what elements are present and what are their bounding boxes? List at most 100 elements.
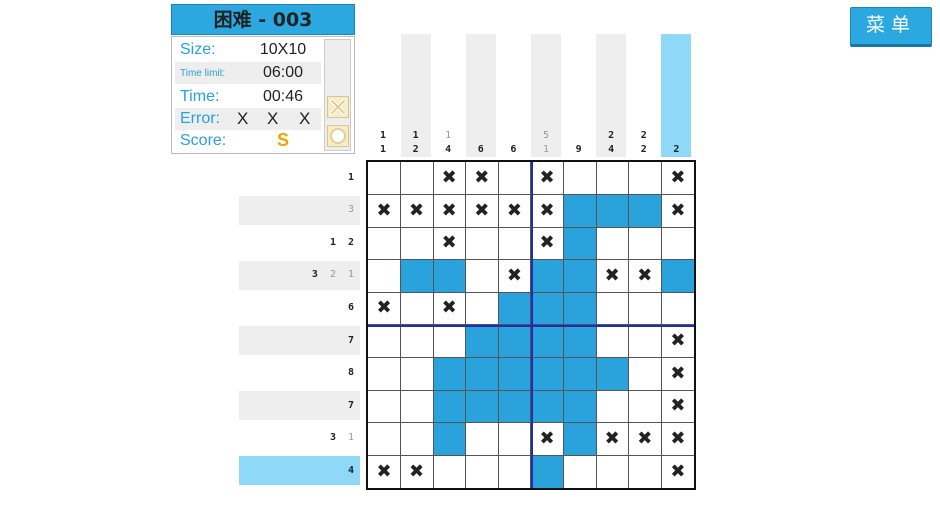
- grid-cell[interactable]: ✖: [628, 422, 662, 456]
- grid-cell[interactable]: [368, 390, 401, 424]
- grid-cell[interactable]: [531, 357, 564, 391]
- grid-cell[interactable]: [498, 292, 532, 326]
- grid-cell[interactable]: [368, 422, 401, 456]
- grid-cell[interactable]: [661, 292, 695, 326]
- grid-cell[interactable]: [563, 390, 597, 424]
- grid-cell[interactable]: ✖: [661, 162, 695, 195]
- grid-cell[interactable]: ✖: [498, 194, 532, 228]
- grid-cell[interactable]: [433, 390, 467, 424]
- grid-cell[interactable]: [498, 162, 532, 195]
- grid-cell[interactable]: ✖: [368, 194, 401, 228]
- grid-cell[interactable]: [400, 227, 434, 261]
- grid-cell[interactable]: [531, 259, 564, 293]
- grid-cell[interactable]: [400, 292, 434, 326]
- grid-cell[interactable]: [628, 227, 662, 261]
- grid-cell[interactable]: ✖: [628, 259, 662, 293]
- grid-cell[interactable]: [563, 422, 597, 456]
- grid-cell[interactable]: [465, 390, 499, 424]
- grid-cell[interactable]: ✖: [401, 455, 434, 489]
- grid-cell[interactable]: ✖: [433, 194, 467, 228]
- grid-cell[interactable]: [400, 357, 434, 391]
- grid-cell[interactable]: ✖: [661, 423, 695, 456]
- grid-cell[interactable]: ✖: [531, 227, 564, 261]
- grid-cell[interactable]: [531, 292, 564, 326]
- grid-cell[interactable]: [465, 422, 499, 456]
- grid-cell[interactable]: [465, 325, 499, 358]
- grid-cell[interactable]: [628, 162, 662, 195]
- grid-cell[interactable]: [596, 194, 630, 228]
- grid-cell[interactable]: [563, 259, 597, 293]
- grid-cell[interactable]: [596, 162, 630, 195]
- grid-cell[interactable]: ✖: [433, 162, 467, 195]
- grid-cell[interactable]: [596, 227, 630, 261]
- grid-cell[interactable]: [368, 227, 401, 261]
- grid-cell[interactable]: [368, 162, 401, 195]
- grid-cell[interactable]: [596, 390, 630, 424]
- grid-cell[interactable]: [628, 292, 662, 326]
- grid-cell[interactable]: [433, 325, 467, 358]
- grid-cell[interactable]: [433, 259, 467, 293]
- grid-cell[interactable]: [400, 422, 434, 456]
- grid-cell[interactable]: [368, 325, 401, 358]
- grid-cell[interactable]: ✖: [596, 259, 630, 293]
- grid-cell[interactable]: ✖: [531, 422, 564, 456]
- grid-cell[interactable]: ✖: [531, 194, 564, 228]
- cross-tool-button[interactable]: [327, 96, 349, 118]
- grid-cell[interactable]: [400, 390, 434, 424]
- grid-cell[interactable]: [563, 227, 597, 261]
- grid-cell[interactable]: ✖: [498, 259, 532, 293]
- grid-cell[interactable]: ✖: [465, 194, 499, 228]
- grid-cell[interactable]: [465, 259, 499, 293]
- grid-cell[interactable]: ✖: [531, 162, 564, 195]
- grid-cell[interactable]: [465, 227, 499, 261]
- grid-cell[interactable]: [498, 390, 532, 424]
- grid-cell[interactable]: [563, 162, 597, 195]
- grid-cell[interactable]: [564, 455, 597, 489]
- grid-cell[interactable]: [498, 455, 532, 489]
- grid-cell[interactable]: [498, 357, 532, 391]
- grid-cell[interactable]: ✖: [596, 422, 630, 456]
- grid-cell[interactable]: [596, 357, 630, 391]
- grid-cell[interactable]: [433, 357, 467, 391]
- grid-cell[interactable]: [563, 194, 597, 228]
- grid-cell[interactable]: [531, 390, 564, 424]
- grid-cell[interactable]: [596, 325, 630, 358]
- grid-cell[interactable]: ✖: [661, 358, 695, 391]
- grid-cell[interactable]: [498, 325, 532, 358]
- grid-cell[interactable]: ✖: [661, 325, 695, 358]
- grid-cell[interactable]: [628, 390, 662, 424]
- grid-cell[interactable]: [400, 162, 434, 195]
- grid-cell[interactable]: [433, 422, 467, 456]
- grid-cell[interactable]: ✖: [368, 292, 401, 326]
- grid-cell[interactable]: [563, 292, 597, 326]
- grid-cell[interactable]: [433, 455, 467, 489]
- grid-cell[interactable]: [563, 357, 597, 391]
- grid-cell[interactable]: ✖: [433, 227, 467, 261]
- grid-cell[interactable]: ✖: [368, 455, 401, 489]
- grid-cell[interactable]: [368, 357, 401, 391]
- fill-tool-button[interactable]: [327, 125, 349, 147]
- grid-cell[interactable]: [531, 455, 564, 489]
- grid-cell[interactable]: [465, 357, 499, 391]
- grid-cell[interactable]: [596, 292, 630, 326]
- grid-cell[interactable]: [628, 194, 662, 228]
- grid-cell[interactable]: [498, 227, 532, 261]
- grid-cell[interactable]: [596, 455, 630, 489]
- grid-cell[interactable]: [661, 227, 695, 261]
- grid-cell[interactable]: [466, 455, 499, 489]
- grid-cell[interactable]: [465, 292, 499, 326]
- grid-cell[interactable]: ✖: [661, 455, 694, 488]
- grid-cell[interactable]: [628, 325, 662, 358]
- grid-cell[interactable]: [531, 325, 564, 358]
- grid-cell[interactable]: ✖: [400, 194, 434, 228]
- menu-button[interactable]: 菜单: [850, 7, 932, 47]
- grid-cell[interactable]: ✖: [433, 292, 467, 326]
- grid-cell[interactable]: [498, 422, 532, 456]
- grid-cell[interactable]: [400, 259, 434, 293]
- grid-cell[interactable]: ✖: [465, 162, 499, 195]
- grid-cell[interactable]: [563, 325, 597, 358]
- grid-cell[interactable]: ✖: [661, 195, 695, 228]
- grid-cell[interactable]: [628, 357, 662, 391]
- grid-cell[interactable]: [629, 455, 662, 489]
- grid-cell[interactable]: [661, 259, 695, 293]
